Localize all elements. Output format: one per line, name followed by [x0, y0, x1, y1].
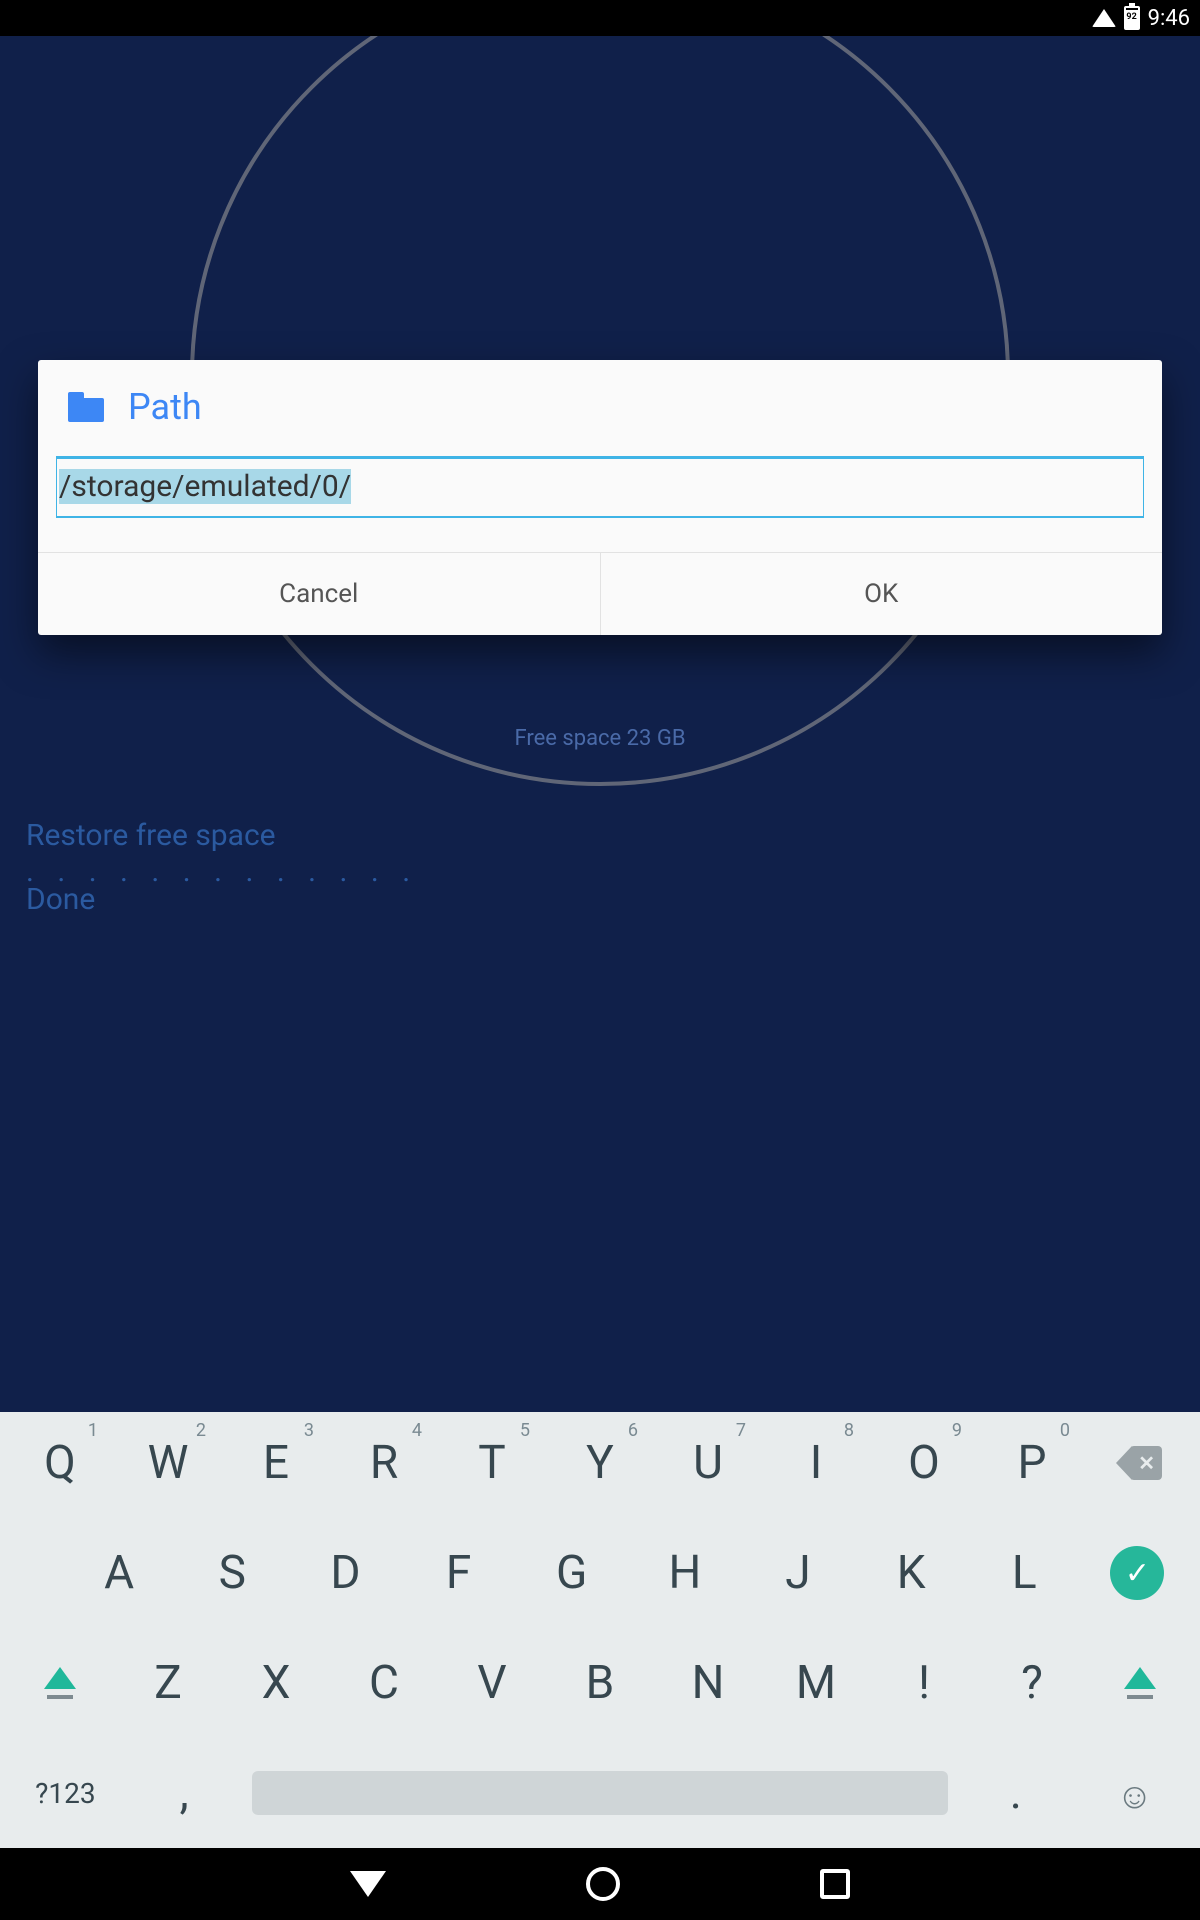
key-u[interactable]: 7U [654, 1422, 762, 1504]
navigation-bar [0, 1848, 1200, 1920]
key-e[interactable]: 3E [222, 1422, 330, 1504]
key-k[interactable]: K [855, 1532, 968, 1614]
key-o[interactable]: 9O [870, 1422, 978, 1504]
battery-level: 92 [1126, 12, 1138, 22]
key-d[interactable]: D [289, 1532, 402, 1614]
backspace-icon: ✕ [1118, 1446, 1162, 1480]
key-space[interactable] [244, 1757, 957, 1829]
shift-icon [6, 1667, 114, 1699]
key-p[interactable]: 0P [978, 1422, 1086, 1504]
nav-back-icon[interactable] [350, 1871, 386, 1897]
key-r[interactable]: 4R [330, 1422, 438, 1504]
nav-recent-icon[interactable] [820, 1869, 850, 1899]
path-input[interactable]: /storage/emulated/0/ [56, 456, 1144, 518]
restore-label: Restore free space [26, 818, 276, 853]
key-symbols[interactable]: ?123 [6, 1763, 125, 1824]
key-j[interactable]: J [741, 1532, 854, 1614]
key-q[interactable]: 1Q [6, 1422, 114, 1504]
key-h[interactable]: H [628, 1532, 741, 1614]
key-i[interactable]: 8I [762, 1422, 870, 1504]
key-shift-left[interactable] [6, 1653, 114, 1713]
soft-keyboard: 1Q2W3E4R5T6Y7U8I9O0P ✕ ASDFGHJKL ✓ ZXCVBNM… [0, 1412, 1200, 1848]
nav-home-icon[interactable] [586, 1867, 620, 1901]
key-f[interactable]: F [402, 1532, 515, 1614]
key-l[interactable]: L [968, 1532, 1081, 1614]
key-v[interactable]: V [438, 1642, 546, 1724]
path-dialog: Path /storage/emulated/0/ Cancel OK [38, 360, 1162, 635]
status-bar: 92 9:46 [0, 0, 1200, 36]
done-label: Done [26, 882, 95, 917]
dialog-title: Path [128, 386, 202, 428]
key-exclaim[interactable]: ! [870, 1642, 978, 1724]
key-w[interactable]: 2W [114, 1422, 222, 1504]
key-z[interactable]: Z [114, 1642, 222, 1724]
key-period[interactable]: . [956, 1752, 1075, 1834]
check-icon: ✓ [1110, 1546, 1164, 1600]
key-g[interactable]: G [515, 1532, 628, 1614]
battery-icon: 92 [1124, 6, 1140, 30]
key-emoji[interactable]: ☺ [1075, 1752, 1194, 1834]
key-x[interactable]: X [222, 1642, 330, 1724]
dialog-header: Path [38, 360, 1162, 456]
key-comma[interactable]: , [125, 1752, 244, 1834]
key-a[interactable]: A [63, 1532, 176, 1614]
key-backspace[interactable]: ✕ [1086, 1432, 1194, 1494]
key-b[interactable]: B [546, 1642, 654, 1724]
app-background: Free space 23 GB Restore free space . . … [0, 36, 1200, 1848]
emoji-icon: ☺ [1116, 1775, 1153, 1817]
free-space-label: Free space 23 GB [0, 726, 1200, 751]
ok-button[interactable]: OK [600, 553, 1163, 635]
clock: 9:46 [1148, 6, 1190, 31]
key-s[interactable]: S [176, 1532, 289, 1614]
folder-icon [68, 392, 104, 422]
key-n[interactable]: N [654, 1642, 762, 1724]
key-enter[interactable]: ✓ [1081, 1532, 1194, 1614]
key-question[interactable]: ? [978, 1642, 1086, 1724]
cancel-button[interactable]: Cancel [38, 553, 600, 635]
key-m[interactable]: M [762, 1642, 870, 1724]
key-shift-right[interactable] [1086, 1653, 1194, 1713]
key-t[interactable]: 5T [438, 1422, 546, 1504]
key-y[interactable]: 6Y [546, 1422, 654, 1504]
shift-icon [1086, 1667, 1194, 1699]
wifi-icon [1092, 9, 1116, 27]
key-c[interactable]: C [330, 1642, 438, 1724]
